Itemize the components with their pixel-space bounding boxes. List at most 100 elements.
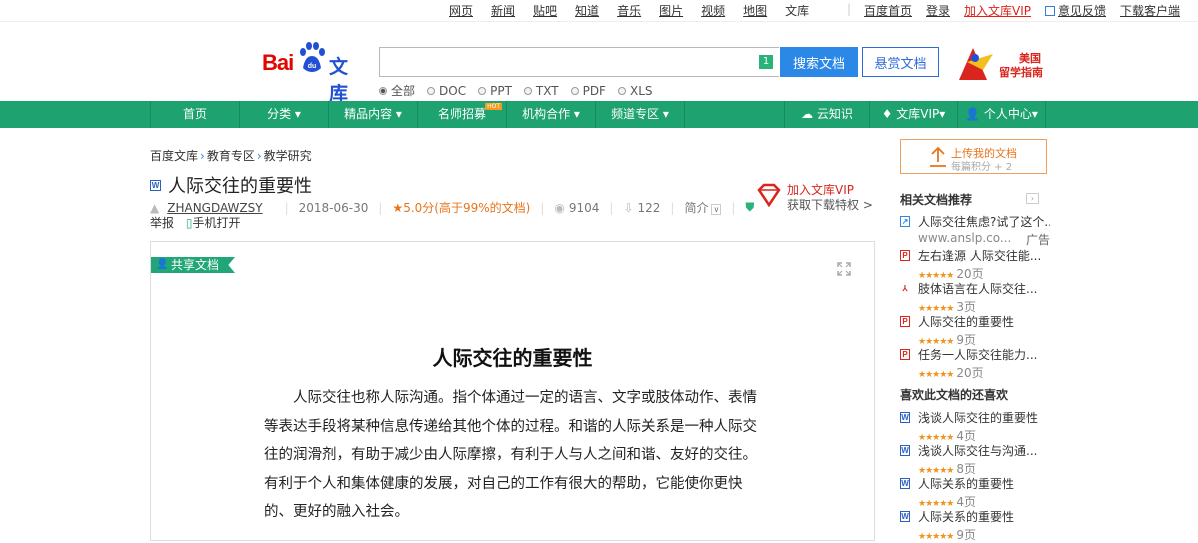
also-title: 人际关系的重要性 [918, 510, 1015, 524]
type-pdf[interactable]: PDF [570, 82, 606, 99]
page-count: 20页 [956, 366, 984, 380]
reward-docs-button[interactable]: 悬赏文档 [862, 47, 939, 77]
chevron-right-icon: › [200, 149, 205, 163]
also-liked-heading: 喜欢此文档的还喜欢 [900, 386, 1008, 403]
fullscreen-icon[interactable] [837, 262, 851, 276]
download-client-link[interactable]: 下载客户端 [1120, 2, 1180, 19]
user-icon: 👤 [965, 107, 984, 121]
mobile-label: 手机打开 [192, 216, 241, 230]
paw-icon: du [300, 42, 325, 72]
link-news[interactable]: 新闻 [491, 2, 515, 19]
divider: | [609, 200, 614, 215]
user-icon: 👤 [156, 259, 169, 270]
intro-toggle[interactable]: 简介 ∨ [684, 199, 722, 216]
nav-category[interactable]: 分类 ▾ [240, 101, 329, 128]
related-item[interactable]: P 左右逢源 人际交往能... ★★★★★ 20页 [900, 247, 1050, 282]
nav-partners[interactable]: 机构合作 ▾ [507, 101, 596, 128]
doc-date: 2018-06-30 [298, 200, 369, 215]
nav-label: 个人中心▾ [983, 107, 1038, 121]
product-links: 网页 新闻 贴吧 知道 音乐 图片 视频 地图 文库 [449, 2, 825, 19]
hot-badge: HOT [485, 103, 502, 110]
download-icon: ⇩ [623, 200, 634, 215]
shared-doc-tag: 👤 共享文档 [151, 257, 236, 273]
feedback-label: 意见反馈 [1058, 4, 1107, 18]
eye-icon: ◉ [554, 200, 565, 215]
top-link-bar: 网页 新闻 贴吧 知道 音乐 图片 视频 地图 文库 | 百度首页 登录 加入文… [0, 0, 1198, 22]
link-web[interactable]: 网页 [449, 2, 473, 19]
upload-doc-button[interactable]: 上传我的文档 每篇积分 + 2 [900, 139, 1047, 174]
type-ppt[interactable]: PPT [478, 82, 512, 99]
radio-icon [570, 86, 579, 95]
author-link[interactable]: ZHANGDAWZSY [167, 201, 262, 215]
nav-wenku-vip[interactable]: ♦ 文库VIP▾ [870, 101, 958, 128]
search-docs-button[interactable]: 搜索文档 [780, 47, 858, 77]
radio-icon [478, 86, 487, 95]
word-doc-icon: W [900, 511, 910, 522]
also-liked-item[interactable]: W 人际关系的重要性 ★★★★★ 4页 [900, 475, 1050, 510]
next-page-icon[interactable]: › [1026, 193, 1039, 204]
related-item[interactable]: P 人际交往的重要性 ★★★★★ 9页 [900, 313, 1050, 348]
crumb-education[interactable]: 教育专区 [207, 149, 255, 163]
user-icon: ▲ [150, 200, 160, 215]
ppt-icon: P [900, 349, 910, 360]
ppt-icon: P [900, 316, 910, 327]
join-vip-link[interactable]: 加入文库VIP [964, 2, 1031, 19]
type-txt[interactable]: TXT [523, 82, 559, 99]
rating-stars: ★★★★★ [918, 532, 954, 542]
also-liked-item[interactable]: W 浅谈人际交往与沟通... ★★★★★ 8页 [900, 442, 1050, 477]
type-doc[interactable]: DOC [427, 82, 466, 99]
nav-premium[interactable]: 精品内容 ▾ [329, 101, 418, 128]
link-map[interactable]: 地图 [743, 2, 767, 19]
also-liked-item[interactable]: W 人际关系的重要性 ★★★★★ 9页 [900, 508, 1050, 543]
crumb-wenku[interactable]: 百度文库 [150, 149, 198, 163]
also-liked-item[interactable]: W 浅谈人际交往的重要性 ★★★★★ 4页 [900, 409, 1050, 444]
nav-label: 云知识 [816, 107, 853, 121]
nav-home[interactable]: 首页 [150, 101, 240, 128]
nav-cloud-knowledge[interactable]: ☁ 云知识 [784, 101, 870, 128]
study-abroad-ad[interactable]: 美国 留学指南 [953, 44, 1045, 86]
type-label: PDF [582, 83, 606, 98]
type-label: 全部 [391, 84, 416, 98]
link-tieba[interactable]: 贴吧 [533, 2, 557, 19]
page-count: 9页 [956, 333, 976, 347]
related-docs-heading: 相关文档推荐 [900, 191, 972, 208]
type-xls[interactable]: XLS [617, 82, 653, 99]
heading-text: 相关文档推荐 [900, 193, 973, 207]
nav-teacher-recruit[interactable]: 名师招募 HOT [418, 101, 507, 128]
rating-stars: ★★★★★ [918, 370, 954, 380]
link-baidu-home[interactable]: 百度首页 [864, 2, 912, 19]
login-link[interactable]: 登录 [926, 2, 950, 19]
upload-subtitle: 每篇积分 + 2 [951, 162, 1013, 173]
nav-channels[interactable]: 频道专区 ▾ [596, 101, 685, 128]
main-nav: 首页 分类 ▾ 精品内容 ▾ 名师招募 HOT 机构合作 ▾ 频道专区 ▾ ☁ 云… [0, 101, 1198, 128]
keyboard-badge[interactable]: 1 [759, 55, 773, 69]
feedback-icon [1045, 6, 1056, 16]
crumb-teaching[interactable]: 教学研究 [264, 149, 312, 163]
link-video[interactable]: 视频 [701, 2, 725, 19]
type-all[interactable]: 全部 [379, 82, 415, 99]
page-count: 4页 [956, 429, 976, 443]
link-zhidao[interactable]: 知道 [575, 2, 599, 19]
star-icon: ★ [392, 200, 404, 215]
doc-rating: 5.0分(高于99%的文档) [403, 201, 531, 215]
diamond-icon: ♦ [881, 107, 897, 121]
link-images[interactable]: 图片 [659, 2, 683, 19]
vip-promo[interactable]: 加入文库VIP 获取下载特权 > [756, 181, 876, 212]
logo-du-text: du [308, 63, 317, 70]
link-music[interactable]: 音乐 [617, 2, 641, 19]
divider: | [731, 200, 736, 215]
related-item[interactable]: ⅄ 肢体语言在人际交往... ★★★★★ 3页 [900, 280, 1050, 315]
feedback-link[interactable]: 意见反馈 [1045, 2, 1106, 19]
also-title: 浅谈人际交往的重要性 [918, 411, 1039, 425]
upload-arrow-icon [930, 146, 946, 167]
nav-user-center[interactable]: 👤 个人中心▾ [958, 101, 1046, 128]
mobile-open-link[interactable]: ▯手机打开 [186, 216, 241, 230]
paper-title: 人际交往的重要性 [432, 346, 593, 370]
report-link[interactable]: 举报 [150, 216, 174, 230]
search-input[interactable]: 1 [379, 47, 779, 77]
pdf-icon: ⅄ [900, 283, 910, 294]
logo-wenku-text: 文库 [329, 56, 349, 105]
related-item[interactable]: P 任务一人际交往能力... ★★★★★ 20页 [900, 346, 1050, 381]
related-item[interactable]: ↗ 人际交往焦虑?试了这个... www.anslp.co... 广告 [900, 213, 1050, 248]
baidu-wenku-logo[interactable]: Bai du 文库 [262, 40, 366, 105]
